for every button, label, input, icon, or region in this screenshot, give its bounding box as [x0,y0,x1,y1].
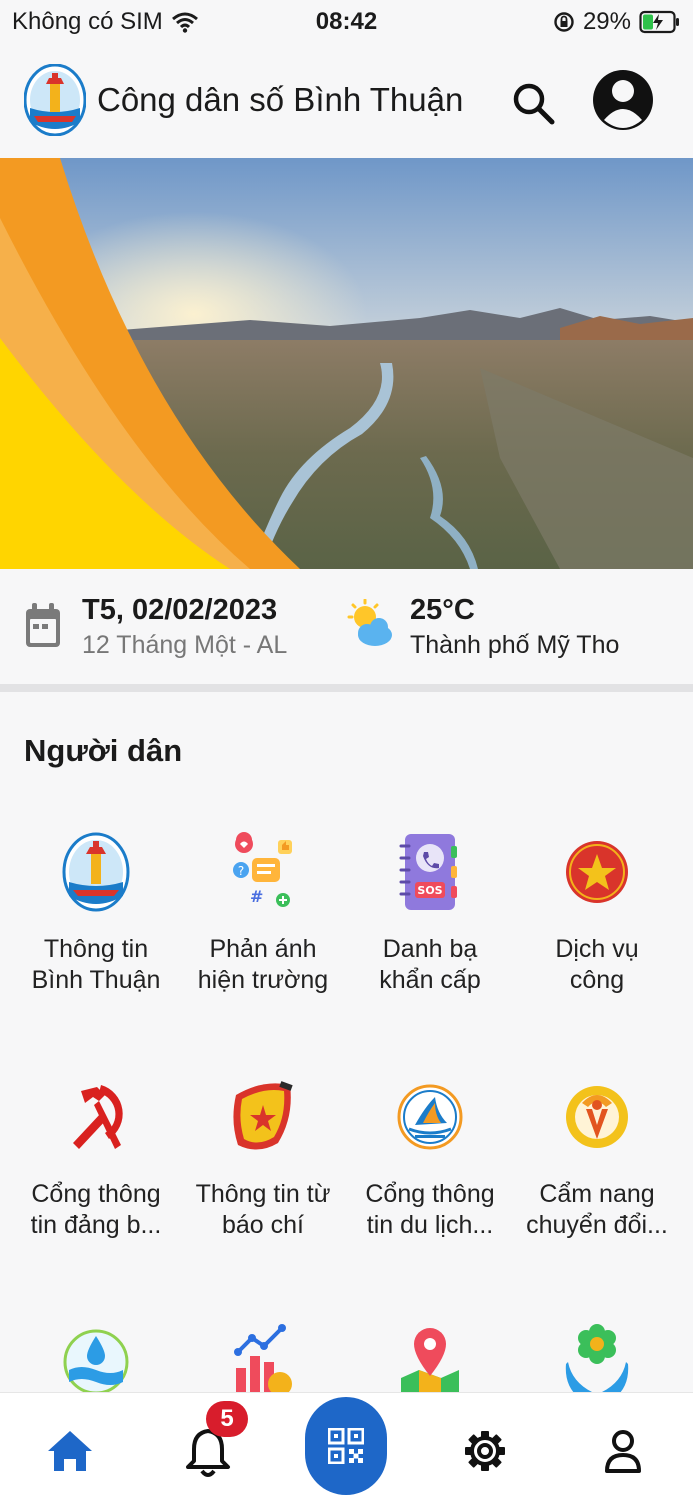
qr-scan-button[interactable] [305,1397,387,1495]
binh-thuan-logo-icon [24,64,86,136]
tourism-icon [397,1084,463,1150]
service-tile-cong-thong-tin-dang-bo[interactable]: Cổng thông tin đảng b... [12,1077,180,1241]
battery-percent: 29% [582,8,631,35]
gear-icon[interactable] [455,1421,515,1481]
svg-text:SOS: SOS [417,884,442,897]
service-label: Danh bạ khẩn cấp [379,935,481,994]
service-tile-water[interactable] [12,1322,180,1402]
battery-charging-icon [639,10,679,34]
user-icon[interactable] [593,1421,653,1481]
service-tile-phan-anh-hien-truong[interactable]: ? # Phản ánh hiện trường [179,832,347,996]
service-label: Dịch vụ công [555,935,639,994]
section-title: Người dân [24,733,183,768]
care-hands-icon [565,1324,629,1400]
hammer-sickle-icon [73,1085,123,1149]
app-title: Công dân số Bình Thuận [97,81,464,118]
service-tile-thong-tin-tu-bao-chi[interactable]: Thông tin từ báo chí [179,1077,347,1241]
service-label: Cẩm nang chuyển đổi... [526,1180,668,1239]
partly-cloudy-icon [347,599,392,646]
service-tile-map[interactable] [346,1322,514,1402]
date-weather-row: T5, 02/02/2023 12 Tháng Một - AL 25°C Th… [0,569,693,684]
map-pin-icon [401,1328,459,1402]
section-divider [0,684,693,692]
service-tile-statistics[interactable] [179,1322,347,1402]
service-label: Thông tin từ báo chí [195,1180,331,1239]
service-tile-cong-thong-tin-du-lich[interactable]: Cổng thông tin du lịch... [346,1077,514,1241]
service-tile-health[interactable] [513,1322,681,1402]
service-label: Phản ánh hiện trường [197,935,329,994]
app-screen: Không có SIM 08:42 29% Công dân số Bình … [0,0,693,1500]
city-label: Thành phố Mỹ Tho [410,631,620,659]
service-label: Cổng thông tin đảng b... [30,1180,162,1239]
app-header: Công dân số Bình Thuận [0,46,693,158]
feedback-icon: ? # [233,832,292,907]
temperature-label: 25°C [410,594,475,626]
search-icon[interactable] [510,80,556,126]
svg-text:?: ? [238,864,244,878]
digital-handbook-icon [566,1086,628,1148]
bottom-navigation: 5 [0,1392,693,1500]
service-tile-cam-nang-chuyen-doi[interactable]: Cẩm nang chuyển đổi... [513,1077,681,1241]
status-bar: Không có SIM 08:42 29% [0,0,693,46]
svg-text:#: # [250,887,263,906]
notification-badge: 5 [206,1401,248,1437]
qr-code-icon [328,1428,364,1464]
water-icon [63,1329,129,1395]
service-label: Thông tin Bình Thuận [31,935,161,994]
statistics-chart-icon [234,1324,292,1402]
date-label: T5, 02/02/2023 [82,594,278,626]
service-label: Cổng thông tin du lịch... [365,1180,495,1239]
service-tile-danh-ba-khan-cap[interactable]: SOS Danh bạ khẩn cấp [346,832,514,996]
press-icon [233,1081,293,1150]
orientation-lock-icon [554,12,574,32]
hero-banner-image [0,158,693,569]
home-icon[interactable] [40,1421,100,1481]
binh-thuan-logo-icon [62,832,130,912]
public-service-emblem-icon [566,841,628,903]
account-icon[interactable] [592,64,654,136]
sos-phonebook-icon: SOS [399,834,457,910]
service-tile-dich-vu-cong[interactable]: Dịch vụ công [513,832,681,996]
status-right: 29% [553,8,681,36]
lunar-date-label: 12 Tháng Một - AL [82,631,288,659]
calendar-icon [26,603,60,647]
service-tile-thong-tin-binh-thuan[interactable]: Thông tin Bình Thuận [12,832,180,996]
